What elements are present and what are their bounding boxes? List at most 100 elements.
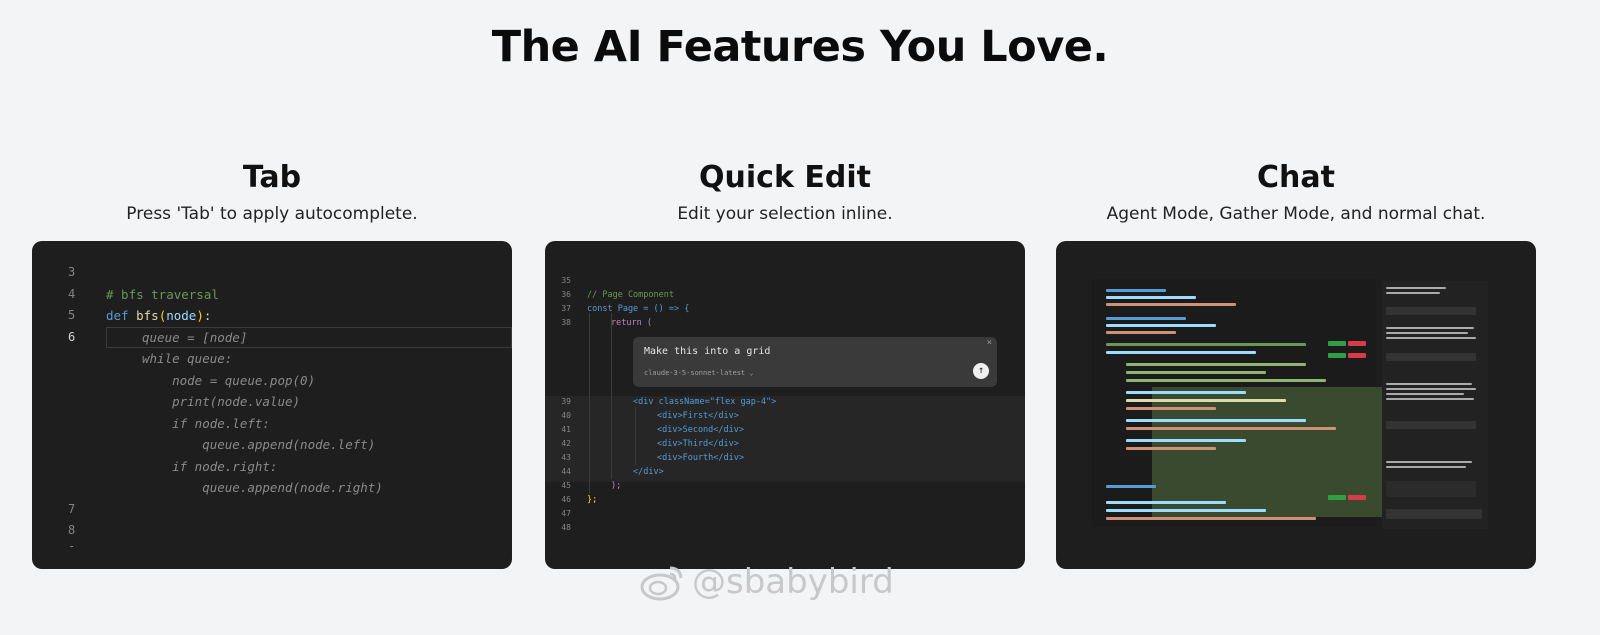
chat-message-box bbox=[1386, 307, 1476, 315]
chat-message-box bbox=[1386, 421, 1476, 429]
line-number: 44 bbox=[561, 467, 571, 476]
line-number: 5 bbox=[68, 308, 76, 322]
chat-text bbox=[1386, 388, 1476, 390]
chat-text bbox=[1386, 327, 1474, 329]
model-selector[interactable]: claude-3-5-sonnet-latest ⌄ bbox=[644, 369, 754, 377]
chat-text bbox=[1386, 337, 1476, 339]
chat-text bbox=[1386, 287, 1446, 289]
inline-edit-prompt[interactable]: Make this into a grid claude-3-5-sonnet-… bbox=[633, 337, 997, 387]
feature-tab: Tab Press 'Tab' to apply autocomplete. 3… bbox=[32, 160, 512, 569]
code-line bbox=[1126, 407, 1216, 410]
chat-sidebar bbox=[1382, 281, 1488, 529]
code-line bbox=[1106, 289, 1166, 292]
chat-message-box bbox=[1386, 353, 1476, 361]
line-number: 47 bbox=[561, 509, 571, 518]
line-number: 36 bbox=[561, 290, 571, 299]
chat-input[interactable] bbox=[1386, 509, 1482, 519]
page-headline: The AI Features You Love. bbox=[491, 22, 1109, 72]
line-number: 38 bbox=[561, 318, 571, 327]
ghost-suggestion: if node.left: bbox=[142, 416, 270, 431]
code-line bbox=[1126, 379, 1326, 382]
quick-edit-preview: 35 36 37 38 // Page Component const Page… bbox=[545, 241, 1025, 569]
code-line bbox=[1106, 485, 1156, 488]
line-number: 35 bbox=[561, 276, 571, 285]
chevron-down-icon: ⌄ bbox=[749, 369, 754, 377]
feature-title: Chat bbox=[1257, 160, 1335, 195]
param: node bbox=[166, 308, 197, 323]
selection-highlight bbox=[545, 396, 1025, 482]
code-line bbox=[1106, 517, 1316, 520]
watermark: @sbabybird bbox=[640, 562, 894, 602]
feature-description: Edit your selection inline. bbox=[677, 204, 893, 224]
chat-text bbox=[1386, 383, 1472, 385]
feature-title: Tab bbox=[242, 160, 302, 195]
chat-text bbox=[1386, 398, 1474, 400]
line-number: 6 bbox=[68, 330, 76, 344]
feature-chat: Chat Agent Mode, Gather Mode, and normal… bbox=[1056, 160, 1536, 569]
code-grid-item: <div>Second</div> bbox=[657, 425, 744, 435]
code-line bbox=[1106, 501, 1226, 504]
send-arrow-icon[interactable]: ↑ bbox=[973, 363, 989, 379]
watermark-text: @sbabybird bbox=[692, 562, 894, 602]
accept-button[interactable] bbox=[1328, 353, 1346, 358]
code-const-line: const Page = () => { bbox=[587, 304, 690, 314]
code-def-line: def bfs(node): bbox=[106, 308, 212, 323]
code-div-close: </div> bbox=[633, 467, 664, 477]
code-line bbox=[1106, 331, 1176, 334]
feature-description: Agent Mode, Gather Mode, and normal chat… bbox=[1106, 204, 1486, 224]
reject-button[interactable] bbox=[1348, 341, 1366, 346]
line-number: 46 bbox=[561, 495, 571, 504]
code-line bbox=[1126, 391, 1246, 394]
chat-text bbox=[1386, 466, 1466, 468]
code-div-open: <div className="flex gap-4"> bbox=[633, 397, 777, 407]
code-brace-close: }; bbox=[587, 495, 598, 505]
accept-button[interactable] bbox=[1328, 341, 1346, 346]
ghost-suggestion: queue.append(node.left) bbox=[142, 437, 376, 452]
line-number: 45 bbox=[561, 481, 571, 490]
ghost-suggestion: queue.append(node.right) bbox=[142, 480, 383, 495]
editor-pane bbox=[1092, 279, 1384, 527]
code-line bbox=[1126, 419, 1306, 422]
line-number: 40 bbox=[561, 411, 571, 420]
line-number: 43 bbox=[561, 453, 571, 462]
code-line bbox=[1126, 363, 1306, 366]
chat-text bbox=[1386, 332, 1468, 334]
ghost-suggestion: print(node.value) bbox=[142, 394, 301, 409]
feature-description: Press 'Tab' to apply autocomplete. bbox=[126, 204, 418, 224]
code-paren-close: ); bbox=[611, 481, 622, 491]
code-line bbox=[1126, 427, 1336, 430]
chat-code-block bbox=[1386, 481, 1476, 497]
chat-preview bbox=[1056, 241, 1536, 569]
code-line bbox=[1106, 509, 1266, 512]
code-grid-item: <div>Third</div> bbox=[657, 439, 739, 449]
weibo-logo-icon bbox=[640, 562, 686, 602]
prompt-input[interactable]: Make this into a grid bbox=[644, 346, 770, 357]
chat-text bbox=[1386, 393, 1464, 395]
line-number: 42 bbox=[561, 439, 571, 448]
code-line bbox=[1106, 343, 1306, 346]
code-line bbox=[1106, 317, 1186, 320]
model-name: claude-3-5-sonnet-latest bbox=[644, 369, 746, 377]
code-grid-item: <div>Fourth</div> bbox=[657, 453, 744, 463]
keyword: def bbox=[106, 308, 129, 323]
reject-button[interactable] bbox=[1348, 495, 1366, 500]
chat-text bbox=[1386, 292, 1440, 294]
chat-text bbox=[1386, 461, 1472, 463]
ghost-suggestion: while queue: bbox=[142, 351, 233, 366]
code-line bbox=[1106, 296, 1196, 299]
line-number: 8 bbox=[68, 523, 76, 537]
code-comment: // Page Component bbox=[587, 290, 674, 300]
feature-quick-edit: Quick Edit Edit your selection inline. 3… bbox=[545, 160, 1025, 569]
code-line bbox=[1106, 324, 1216, 327]
code-line bbox=[1106, 303, 1236, 306]
code-line bbox=[1106, 351, 1256, 354]
code-grid-item: <div>First</div> bbox=[657, 411, 739, 421]
line-number: - bbox=[68, 539, 76, 553]
reject-button[interactable] bbox=[1348, 353, 1366, 358]
indent-guide bbox=[635, 407, 636, 465]
ghost-suggestion: node = queue.pop(0) bbox=[142, 373, 316, 388]
indent-guide bbox=[611, 313, 612, 479]
accept-button[interactable] bbox=[1328, 495, 1346, 500]
close-icon[interactable]: × bbox=[987, 338, 992, 348]
code-line bbox=[1126, 447, 1216, 450]
